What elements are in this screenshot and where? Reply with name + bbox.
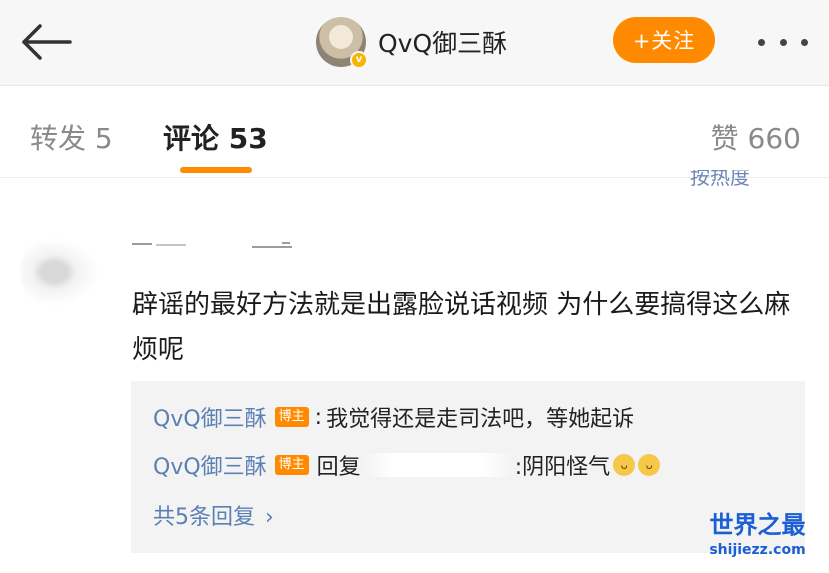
- follow-button[interactable]: +关注: [613, 17, 715, 63]
- reply-total-label: 共5条回复: [153, 505, 255, 530]
- reply-prefix: 回复: [316, 455, 361, 480]
- cat-face-icon: ᴗ: [613, 454, 636, 476]
- commenter-avatar[interactable]: [20, 232, 106, 312]
- reply-colon: :: [314, 404, 323, 430]
- reply-author[interactable]: QvQ御三酥: [153, 401, 267, 433]
- active-tab-indicator: [180, 167, 252, 173]
- cat-face-icon: ᴗ: [638, 454, 661, 476]
- watermark-logo: 世界之最 shijiezz.com: [690, 510, 825, 560]
- top-bar: v QvQ御三酥 +关注: [0, 0, 829, 86]
- verified-badge-icon: v: [350, 51, 368, 69]
- reply-target-blurred: [362, 453, 513, 477]
- watermark-url: shijiezz.com: [709, 542, 806, 558]
- chevron-right-icon: ›: [265, 505, 274, 530]
- profile-header[interactable]: v QvQ御三酥: [316, 14, 507, 70]
- reply-text: 我觉得还是走司法吧，等她起诉: [326, 407, 635, 432]
- tab-repost[interactable]: 转发 5: [30, 117, 113, 157]
- author-tag-badge: 博主: [274, 455, 309, 475]
- tab-like[interactable]: 赞 660: [711, 117, 801, 157]
- sort-by-hot-link[interactable]: 按热度: [690, 170, 750, 190]
- reply-item[interactable]: QvQ御三酥 博主 回复 :阴阳怪气 ᴗ ᴗ: [153, 449, 661, 481]
- reply-author[interactable]: QvQ御三酥: [153, 449, 267, 481]
- avatar[interactable]: v: [316, 17, 368, 69]
- tab-bar: 转发 5 评论 53 赞 660: [0, 87, 829, 177]
- reply-text: :阴阳怪气: [514, 455, 611, 480]
- tab-comment[interactable]: 评论 53: [163, 117, 268, 157]
- header-username[interactable]: QvQ御三酥: [378, 24, 507, 60]
- commenter-name-blurred[interactable]: [132, 238, 297, 250]
- comment-text: 辟谣的最好方法就是出露脸说话视频 为什么要搞得这么麻烦呢: [132, 290, 791, 365]
- more-options-icon[interactable]: [758, 32, 808, 52]
- view-all-replies-link[interactable]: 共5条回复 ›: [153, 499, 274, 531]
- author-tag-badge: 博主: [274, 407, 309, 427]
- reply-item[interactable]: QvQ御三酥 博主 : 我觉得还是走司法吧，等她起诉: [153, 401, 634, 433]
- watermark-main: 世界之最: [709, 511, 806, 539]
- back-arrow-icon[interactable]: [18, 22, 74, 62]
